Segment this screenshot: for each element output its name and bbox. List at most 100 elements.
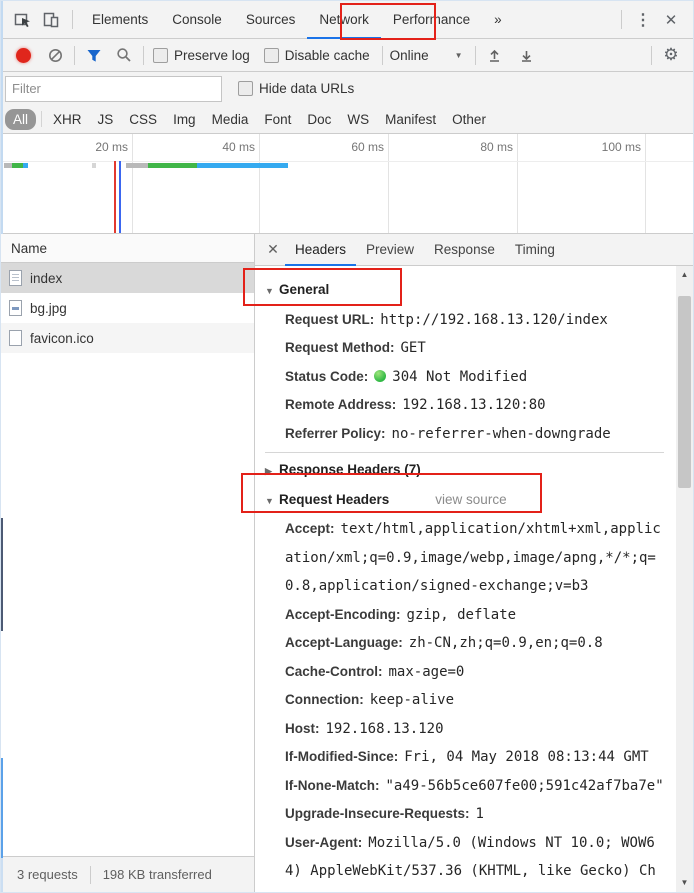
request-name: favicon.ico [30,330,94,346]
tab-response[interactable]: Response [424,234,505,265]
filter-input[interactable] [5,75,222,102]
type-filter-font[interactable]: Font [256,112,299,127]
annotation-box-network-tab [340,3,436,40]
disable-cache-label: Disable cache [284,47,370,63]
scrollbar-thumb[interactable] [678,296,691,488]
header-field: Status Code: 304 Not Modified [285,368,528,385]
device-toolbar-icon[interactable] [37,7,65,33]
header-field: Request Method: GET [285,340,426,356]
chevron-down-icon: ▼ [454,50,463,60]
network-toolbar: Preserve log Disable cache Online ▼ ⚙ [1,39,693,72]
requests-panel: Name index bg.jpg favicon.ico 3 requests… [1,234,254,892]
headers-content: ▼ General Request URL: http://192.168.13.1… [255,266,676,892]
request-row-favicon[interactable]: favicon.ico [1,323,254,353]
waterfall [1,161,693,233]
divider [41,111,43,127]
type-filter-css[interactable]: CSS [121,112,165,127]
header-field: Accept: text/html,application/xhtml+xml,a… [285,521,661,594]
disable-cache-toggle[interactable]: Disable cache [263,47,370,63]
tab-headers[interactable]: Headers [285,235,357,266]
name-column-header[interactable]: Name [1,234,254,263]
devtools-menu-icon[interactable]: ⋮ [629,7,657,33]
header-field: Accept-Encoding: gzip, deflate [285,606,517,623]
preserve-log-checkbox[interactable] [153,47,168,63]
filter-icon[interactable] [82,43,106,67]
details-tab-bar: ✕ Headers Preview Response Timing [255,234,693,266]
tick-label: 60 ms [351,140,384,154]
divider [143,45,144,65]
scroll-up-icon[interactable]: ▲ [676,266,693,282]
devtools-window: Elements Console Sources Network Perform… [0,0,694,893]
document-file-icon [9,270,22,286]
type-filter-js[interactable]: JS [90,112,122,127]
header-field: Connection: keep-alive [285,692,455,708]
load-event-marker [114,161,116,233]
type-filter-manifest[interactable]: Manifest [377,112,444,127]
disable-cache-checkbox[interactable] [263,47,279,63]
hide-data-urls-label: Hide data URLs [259,81,355,96]
load-event-marker [119,161,121,233]
header-field: Cache-Control: max-age=0 [285,663,465,680]
divider [74,45,75,65]
search-icon[interactable] [112,43,136,67]
background-page-edge [1,758,3,858]
record-button[interactable] [11,43,35,67]
network-summary-bar: 3 requests 198 KB transferred [1,856,254,892]
background-page-edge [1,518,3,631]
header-field: User-Agent: Mozilla/5.0 (Windows NT 10.0;… [285,834,656,893]
generic-file-icon [9,330,22,346]
request-type-filters: All XHR JS CSS Img Media Font Doc WS Man… [1,105,693,134]
divider [381,45,383,65]
preserve-log-toggle[interactable]: Preserve log [153,47,250,63]
settings-gear-icon[interactable]: ⚙ [659,43,683,67]
type-filter-img[interactable]: Img [165,112,204,127]
transferred-size: 198 KB transferred [102,867,212,882]
filter-row: Hide data URLs [1,72,693,105]
scroll-down-icon[interactable]: ▼ [676,874,693,890]
tick-label: 40 ms [222,140,255,154]
request-name: index [30,270,63,286]
network-overview-timeline[interactable]: 20 ms 40 ms 60 ms 80 ms 100 ms [1,134,693,234]
clear-icon[interactable] [43,43,67,67]
tab-elements[interactable]: Elements [80,1,160,38]
type-filter-xhr[interactable]: XHR [45,112,90,127]
request-row-bg-jpg[interactable]: bg.jpg [1,293,254,323]
type-filter-all[interactable]: All [5,108,37,130]
header-field: Host: 192.168.13.120 [285,720,444,737]
tab-timing[interactable]: Timing [505,234,565,265]
tab-console[interactable]: Console [160,1,234,38]
divider [474,45,476,65]
request-row-index[interactable]: index [1,263,254,293]
scrollbar[interactable]: ▲ ▼ [676,266,693,892]
inspect-element-icon[interactable] [9,7,37,33]
annotation-box-request-headers [241,473,542,513]
type-filter-ws[interactable]: WS [339,112,377,127]
tab-preview[interactable]: Preview [356,234,424,265]
hide-data-urls-checkbox[interactable] [238,81,253,96]
type-filter-doc[interactable]: Doc [299,112,339,127]
throttling-dropdown[interactable]: Online ▼ [390,48,463,63]
divider [651,45,652,65]
preserve-log-label: Preserve log [174,47,250,63]
header-field: Referrer Policy: no-referrer-when-downgra… [285,425,611,442]
hide-data-urls-toggle[interactable]: Hide data URLs [238,81,354,96]
header-field: Request URL: http://192.168.13.120/index [285,311,608,328]
request-details-panel: ✕ Headers Preview Response Timing ▼ Gener… [254,234,693,892]
tick-label: 100 ms [601,140,641,154]
more-tabs-button[interactable]: » [482,1,514,38]
close-details-icon[interactable]: ✕ [261,238,285,262]
type-filter-media[interactable]: Media [204,112,257,127]
section-divider [265,452,664,453]
tick-label: 20 ms [95,140,128,154]
close-devtools-icon[interactable]: ✕ [657,7,685,33]
divider [621,10,622,29]
tick-label: 80 ms [480,140,513,154]
throttling-value: Online [389,47,429,63]
tab-sources[interactable]: Sources [234,1,308,38]
type-filter-other[interactable]: Other [444,112,494,127]
waterfall-bar [126,163,288,168]
import-har-icon[interactable] [483,43,507,67]
header-field: If-Modified-Since: Fri, 04 May 2018 08:13… [285,749,649,765]
export-har-icon[interactable] [515,43,539,67]
header-field: Accept-Language: zh-CN,zh;q=0.9,en;q=0.8 [285,635,603,651]
